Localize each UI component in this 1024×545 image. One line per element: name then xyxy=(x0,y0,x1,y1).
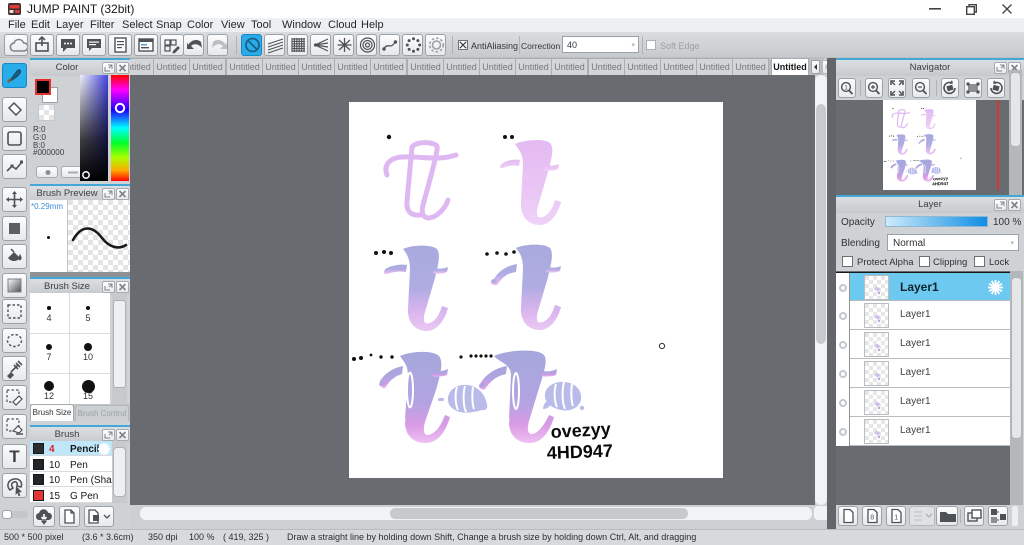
svg-text:T: T xyxy=(9,447,20,466)
svg-text:1: 1 xyxy=(844,85,848,92)
svg-text:1: 1 xyxy=(894,515,898,522)
svg-text:8: 8 xyxy=(870,515,874,522)
